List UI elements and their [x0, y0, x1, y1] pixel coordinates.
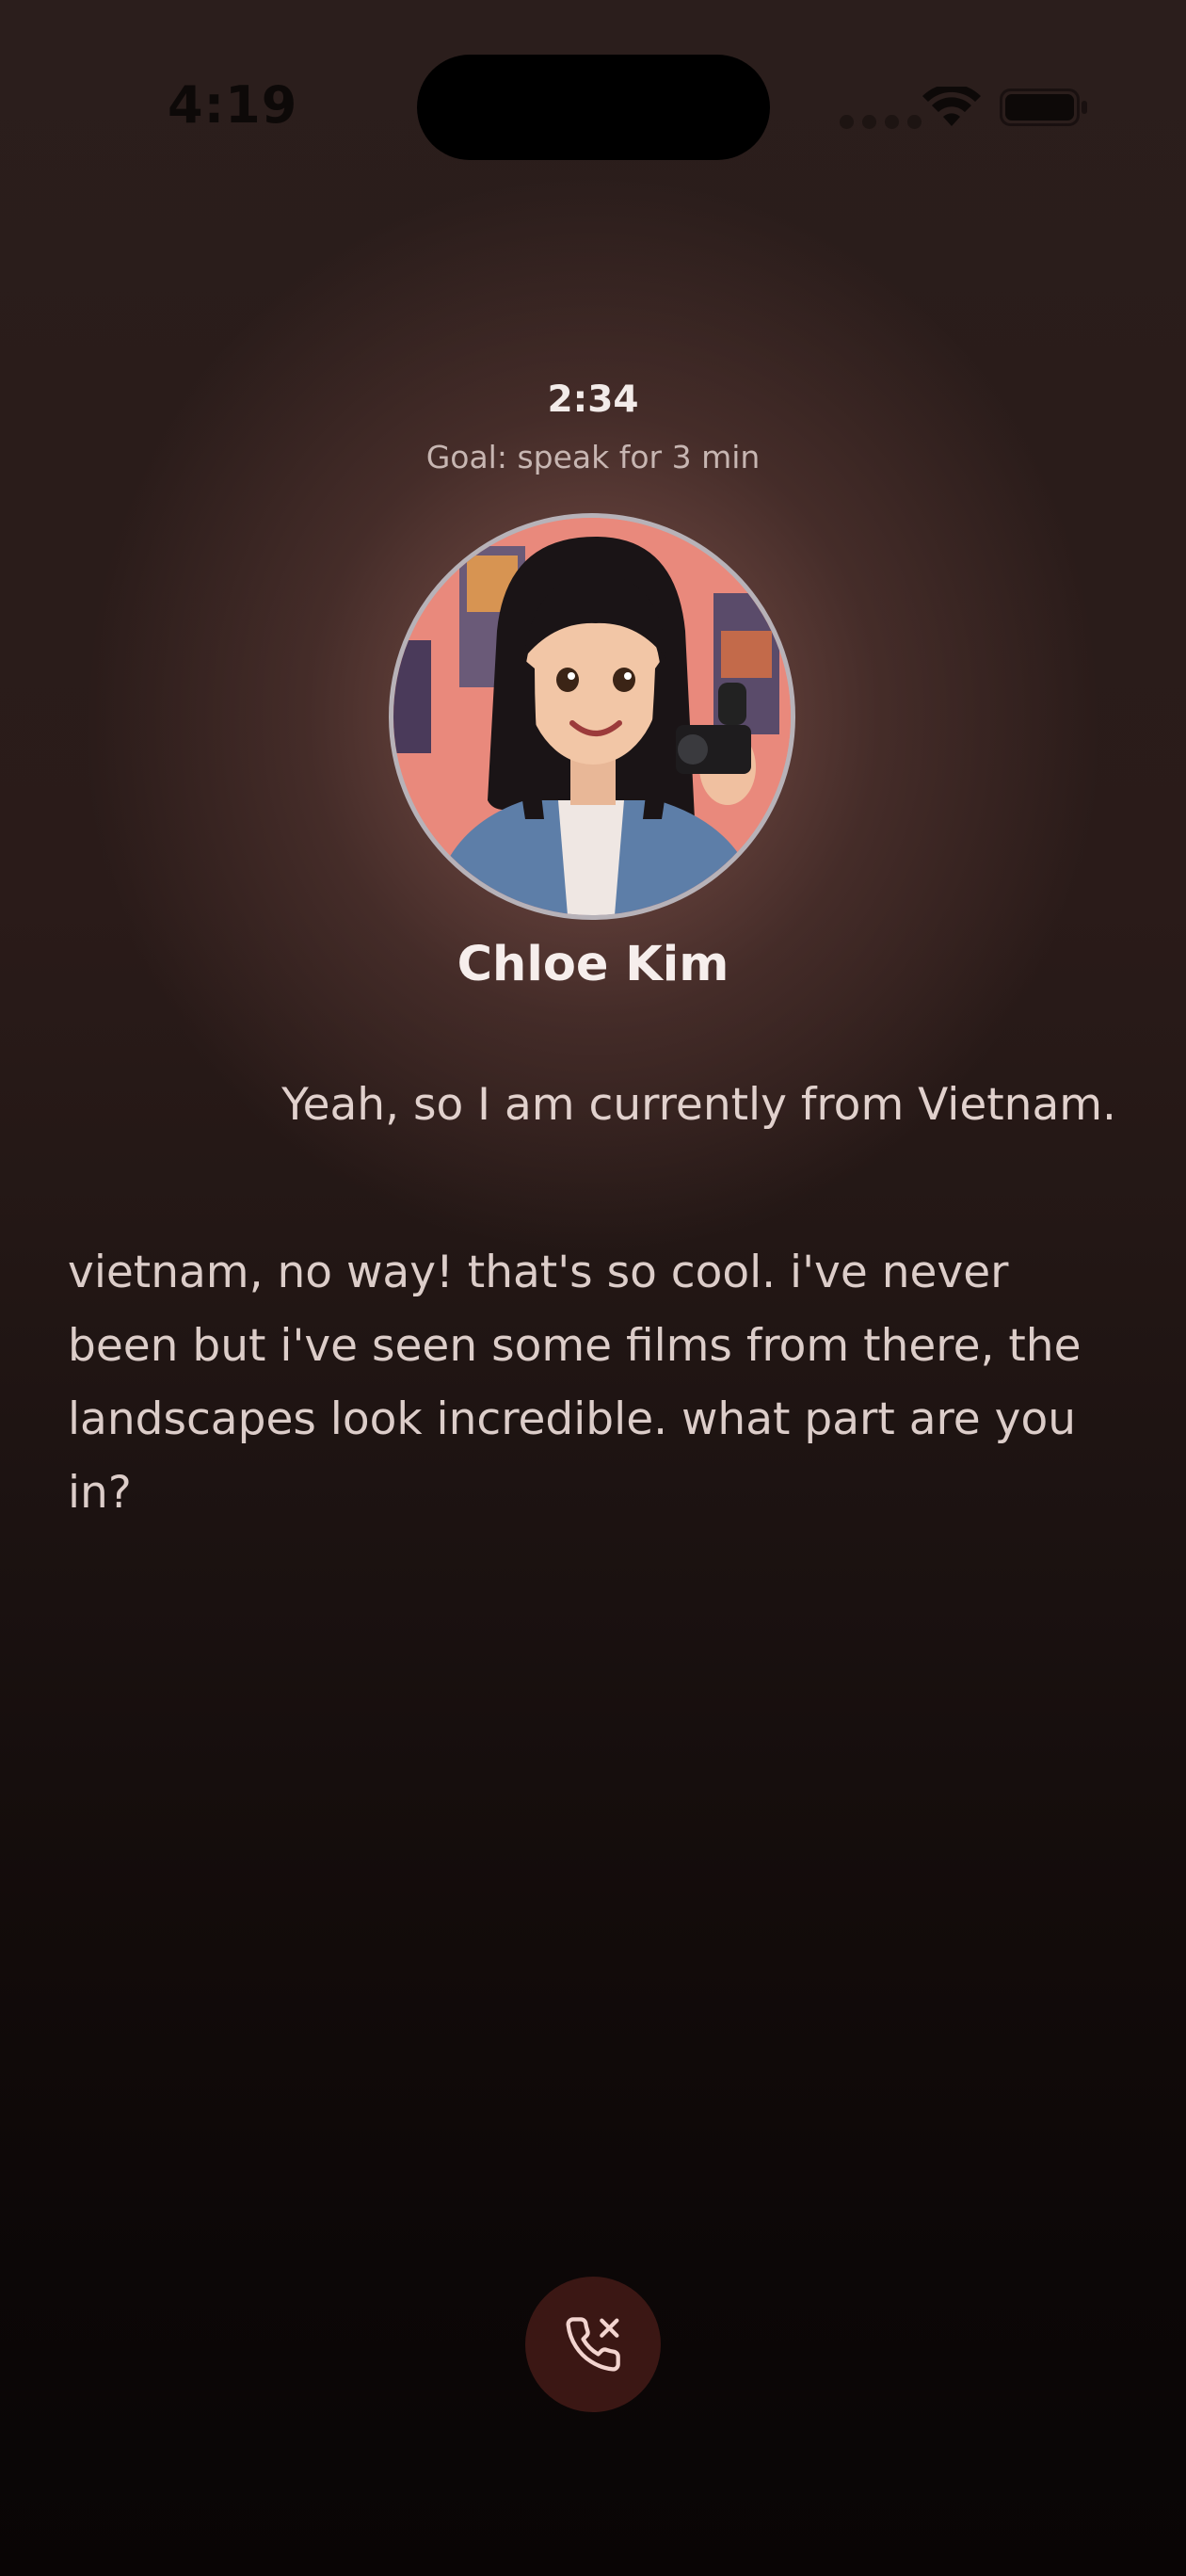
- status-bar: 4:19: [0, 0, 1186, 188]
- dynamic-island: [417, 55, 770, 160]
- call-timer: 2:34: [547, 378, 639, 421]
- call-goal: Goal: speak for 3 min: [425, 439, 761, 475]
- end-call-button[interactable]: [525, 2277, 661, 2412]
- cellular-signal-icon: [840, 115, 922, 129]
- avatar: [389, 513, 795, 920]
- avatar-illustration: [393, 518, 791, 915]
- wifi-icon: [922, 87, 981, 126]
- battery-icon: [1000, 89, 1087, 126]
- phone-x-icon: [566, 2317, 620, 2372]
- ai-message: vietnam, no way! that's so cool. i've ne…: [68, 1247, 1082, 1519]
- contact-name: Chloe Kim: [457, 937, 729, 992]
- user-message: Yeah, so I am currently from Vietnam.: [281, 1079, 1116, 1131]
- status-time: 4:19: [168, 75, 298, 135]
